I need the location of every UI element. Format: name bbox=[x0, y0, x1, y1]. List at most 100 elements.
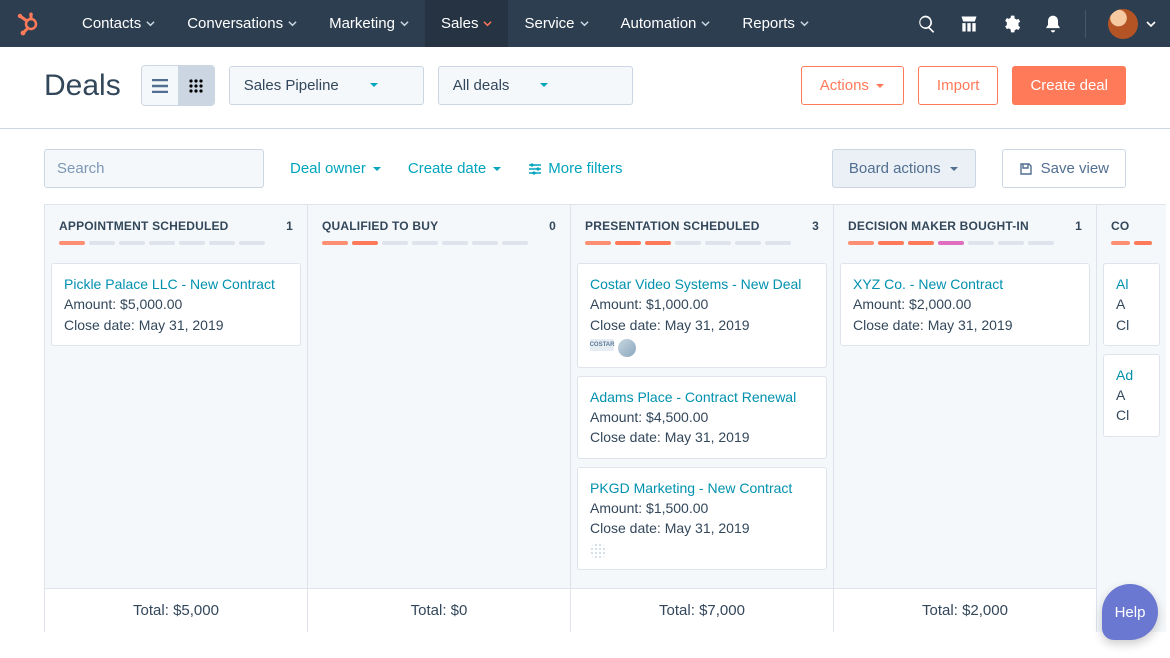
deals-filter-dropdown[interactable]: All deals bbox=[438, 66, 633, 105]
deal-title: PKGD Marketing - New Contract bbox=[590, 478, 814, 498]
search-box[interactable] bbox=[44, 149, 264, 188]
stage-progress bbox=[1111, 241, 1152, 245]
column-title: QUALIFIED TO BUY bbox=[322, 219, 438, 233]
import-button[interactable]: Import bbox=[918, 66, 999, 105]
help-button[interactable]: Help bbox=[1102, 584, 1158, 640]
deal-amount: A bbox=[1116, 385, 1147, 405]
kanban-column: COAlAClAdACl bbox=[1096, 204, 1166, 632]
chevron-down-icon bbox=[701, 15, 710, 32]
gear-icon[interactable] bbox=[1001, 14, 1021, 34]
sliders-icon bbox=[528, 162, 542, 176]
actions-button[interactable]: Actions bbox=[801, 66, 904, 105]
column-total-value: Total: $7,000 bbox=[659, 602, 745, 619]
deal-card[interactable]: AdACl bbox=[1103, 354, 1160, 437]
more-filters-button[interactable]: More filters bbox=[528, 160, 622, 177]
bell-icon[interactable] bbox=[1043, 14, 1063, 34]
nav-item-service[interactable]: Service bbox=[508, 0, 604, 47]
more-filters-label: More filters bbox=[548, 160, 622, 177]
column-body[interactable]: Pickle Palace LLC - New ContractAmount: … bbox=[45, 253, 307, 588]
create-date-label: Create date bbox=[408, 160, 486, 177]
kanban-column: QUALIFIED TO BUY0Total: $0 bbox=[307, 204, 570, 632]
nav-item-conversations[interactable]: Conversations bbox=[171, 0, 313, 47]
column-body[interactable]: XYZ Co. - New ContractAmount: $2,000.00C… bbox=[834, 253, 1096, 588]
deal-title: Adams Place - Contract Renewal bbox=[590, 387, 814, 407]
column-title: CO bbox=[1111, 219, 1129, 233]
hubspot-logo-icon[interactable] bbox=[14, 11, 40, 37]
nav-item-sales[interactable]: Sales bbox=[425, 0, 509, 47]
deal-title: Al bbox=[1116, 274, 1147, 294]
board-actions-button[interactable]: Board actions bbox=[832, 149, 976, 188]
search-input[interactable] bbox=[57, 160, 256, 177]
column-header: PRESENTATION SCHEDULED3 bbox=[571, 205, 833, 253]
deal-card[interactable]: AlACl bbox=[1103, 263, 1160, 346]
chevron-down-icon bbox=[949, 164, 959, 174]
list-view-button[interactable] bbox=[142, 66, 178, 105]
column-title: DECISION MAKER BOUGHT-IN bbox=[848, 219, 1029, 233]
deal-owner-label: Deal owner bbox=[290, 160, 366, 177]
deal-close-date: Cl bbox=[1116, 315, 1147, 335]
account-menu[interactable] bbox=[1108, 9, 1156, 39]
column-body[interactable]: Costar Video Systems - New DealAmount: $… bbox=[571, 253, 833, 588]
deal-owner-filter[interactable]: Deal owner bbox=[290, 160, 382, 177]
save-view-button[interactable]: Save view bbox=[1002, 149, 1126, 188]
placeholder-avatar-icon bbox=[590, 543, 606, 559]
stage-progress bbox=[322, 241, 556, 245]
deal-close-date: Close date: May 31, 2019 bbox=[590, 315, 814, 335]
deal-card[interactable]: Pickle Palace LLC - New ContractAmount: … bbox=[51, 263, 301, 346]
import-label: Import bbox=[937, 77, 980, 94]
deal-card[interactable]: PKGD Marketing - New ContractAmount: $1,… bbox=[577, 467, 827, 570]
column-total-value: Total: $0 bbox=[411, 602, 468, 619]
deal-title: Costar Video Systems - New Deal bbox=[590, 274, 814, 294]
create-date-filter[interactable]: Create date bbox=[408, 160, 502, 177]
nav-right bbox=[917, 9, 1156, 39]
deal-close-date: Close date: May 31, 2019 bbox=[853, 315, 1077, 335]
actions-label: Actions bbox=[820, 77, 869, 94]
create-deal-label: Create deal bbox=[1030, 77, 1108, 94]
column-count: 1 bbox=[286, 219, 293, 233]
chevron-down-icon bbox=[539, 77, 549, 94]
nav-item-label: Automation bbox=[621, 15, 697, 32]
chevron-down-icon bbox=[146, 15, 155, 32]
save-icon bbox=[1019, 162, 1033, 176]
search-icon[interactable] bbox=[917, 14, 937, 34]
nav-item-contacts[interactable]: Contacts bbox=[66, 0, 171, 47]
deal-close-date: Cl bbox=[1116, 405, 1147, 425]
deal-close-date: Close date: May 31, 2019 bbox=[590, 518, 814, 538]
nav-item-label: Conversations bbox=[187, 15, 283, 32]
chevron-down-icon bbox=[483, 15, 492, 32]
column-body[interactable] bbox=[308, 253, 570, 588]
filter-bar: Deal owner Create date More filters Boar… bbox=[0, 129, 1170, 204]
deal-amount: Amount: $4,500.00 bbox=[590, 407, 814, 427]
marketplace-icon[interactable] bbox=[959, 14, 979, 34]
deal-card[interactable]: Costar Video Systems - New DealAmount: $… bbox=[577, 263, 827, 368]
deal-card[interactable]: Adams Place - Contract RenewalAmount: $4… bbox=[577, 376, 827, 459]
deal-close-date: Close date: May 31, 2019 bbox=[64, 315, 288, 335]
column-total: Total: $7,000 bbox=[571, 588, 833, 632]
column-title: PRESENTATION SCHEDULED bbox=[585, 219, 760, 233]
pipeline-dropdown[interactable]: Sales Pipeline bbox=[229, 66, 424, 105]
deal-title: XYZ Co. - New Contract bbox=[853, 274, 1077, 294]
create-deal-button[interactable]: Create deal bbox=[1012, 66, 1126, 105]
person-avatar bbox=[618, 339, 636, 357]
column-total-value: Total: $2,000 bbox=[922, 602, 1008, 619]
deal-amount: Amount: $1,000.00 bbox=[590, 294, 814, 314]
deal-avatars bbox=[590, 543, 814, 559]
deal-amount: Amount: $5,000.00 bbox=[64, 294, 288, 314]
column-count: 1 bbox=[1075, 219, 1082, 233]
kanban-column: PRESENTATION SCHEDULED3 Costar Video Syst… bbox=[570, 204, 833, 632]
nav-item-label: Reports bbox=[742, 15, 795, 32]
deal-title: Ad bbox=[1116, 365, 1147, 385]
deal-card[interactable]: XYZ Co. - New ContractAmount: $2,000.00C… bbox=[840, 263, 1090, 346]
nav-item-marketing[interactable]: Marketing bbox=[313, 0, 425, 47]
kanban-column: DECISION MAKER BOUGHT-IN 1 XYZ Co. - New C… bbox=[833, 204, 1096, 632]
nav-item-reports[interactable]: Reports bbox=[726, 0, 825, 47]
chevron-down-icon bbox=[875, 81, 885, 91]
user-avatar bbox=[1108, 9, 1138, 39]
deal-amount: Amount: $1,500.00 bbox=[590, 498, 814, 518]
nav-item-automation[interactable]: Automation bbox=[605, 0, 727, 47]
column-body[interactable]: AlAClAdACl bbox=[1097, 253, 1166, 632]
board-view-button[interactable] bbox=[178, 66, 214, 105]
divider bbox=[1085, 10, 1086, 38]
filter-selected: All deals bbox=[453, 77, 510, 94]
pipeline-selected: Sales Pipeline bbox=[244, 77, 339, 94]
